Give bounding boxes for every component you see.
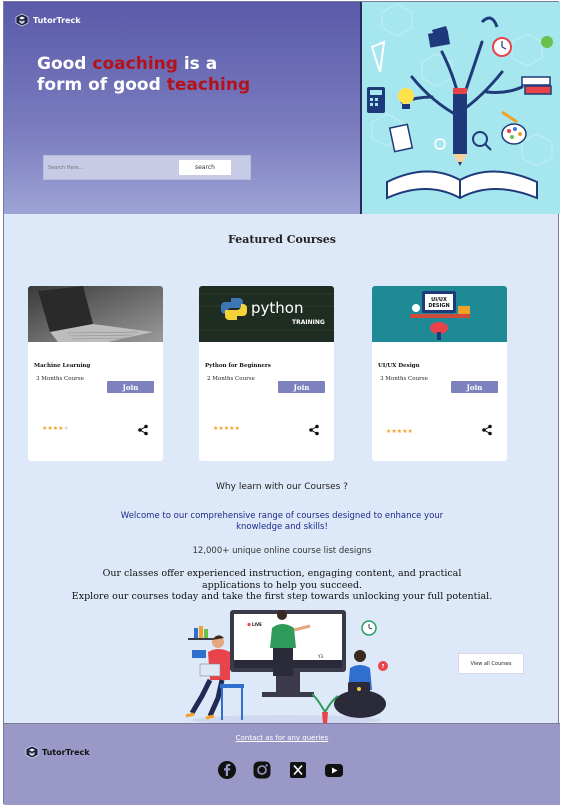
headline-text: is a <box>177 54 218 74</box>
rating-stars: ★★★★★ <box>42 425 69 432</box>
star-icon: ★★★★ <box>42 425 64 432</box>
headline-text: Good <box>37 54 93 74</box>
course-duration: 3 Months Course <box>36 376 84 382</box>
body-line: Explore our courses today and take the f… <box>71 591 493 602</box>
brand-name: TutorTreck <box>33 15 81 25</box>
live-tag: LIVE <box>252 622 262 627</box>
headline-highlight: coaching <box>92 54 178 74</box>
headline-highlight: teaching <box>166 75 251 95</box>
search-input[interactable] <box>47 159 172 176</box>
course-title: UI/UX Design <box>378 363 420 369</box>
course-title: Python for Beginners <box>205 363 271 369</box>
youtube-icon[interactable] <box>324 760 344 780</box>
x-icon[interactable] <box>288 760 308 780</box>
brand-logo[interactable]: TutorTreck <box>15 13 81 27</box>
join-button[interactable]: Join <box>278 381 325 393</box>
python-training-image: python TRAINING <box>199 286 334 342</box>
python-image-text: python <box>251 299 303 317</box>
course-image-laptop <box>28 286 163 342</box>
body-line: applications to help you succeed. <box>201 579 363 591</box>
instagram-icon[interactable] <box>252 760 272 780</box>
why-learn-intro: Welcome to our comprehensive range of co… <box>120 511 444 532</box>
laptop-image <box>28 286 163 342</box>
rating-stars: ★★★★★ <box>386 428 413 435</box>
course-title: Machine Learning <box>34 363 91 369</box>
course-card-uiux[interactable]: UI/UX DESIGN UI/UX Design 3 Months Cours… <box>372 286 507 461</box>
join-button[interactable]: Join <box>107 381 154 393</box>
course-card-machine-learning[interactable]: Machine Learning 3 Months Course Join ★★… <box>28 286 163 461</box>
footer-brand-name: TutorTreck <box>42 747 90 757</box>
featured-courses-title: Featured Courses <box>228 233 336 246</box>
rating-stars: ★★★★★ <box>213 425 240 432</box>
logo-icon <box>15 13 29 27</box>
why-learn-body: Our classes offer experienced instructio… <box>44 568 520 603</box>
join-button[interactable]: Join <box>451 381 498 393</box>
why-learn-title: Why learn with our Courses ? <box>216 482 348 492</box>
footer-brand-logo[interactable]: TutorTreck <box>25 745 90 759</box>
star-icon: ★★★★★ <box>386 428 413 435</box>
svg-text:?: ? <box>382 664 385 670</box>
course-count-stat: 12,000+ unique online course list design… <box>192 546 372 556</box>
share-icon[interactable] <box>137 424 149 436</box>
uiux-design-image: UI/UX DESIGN <box>372 286 507 342</box>
hero-illustration <box>360 2 560 214</box>
course-card-python[interactable]: python TRAINING Python for Beginners 2 M… <box>199 286 334 461</box>
course-duration: 2 Months Course <box>207 376 255 382</box>
screen-counter: Y3 <box>317 654 323 659</box>
course-image-uiux: UI/UX DESIGN <box>372 286 507 342</box>
body-line: Our classes offer experienced instructio… <box>102 568 462 579</box>
search-button[interactable]: search <box>179 160 231 175</box>
star-empty-icon: ★ <box>63 425 69 432</box>
online-learning-illustration: LIVE Y3 ? <box>185 610 388 725</box>
logo-icon <box>25 745 39 759</box>
footer: TutorTreck Contact as for any queries <box>4 723 560 805</box>
page: TutorTreck Good coaching is a form of go… <box>3 1 560 805</box>
hero-banner: TutorTreck Good coaching is a form of go… <box>4 2 360 214</box>
star-icon: ★★★★★ <box>213 425 240 432</box>
hero-section: TutorTreck Good coaching is a form of go… <box>4 2 560 214</box>
share-icon[interactable] <box>481 424 493 436</box>
course-image-python: python TRAINING <box>199 286 334 342</box>
headline-text: form of good <box>37 75 167 95</box>
hero-headline: Good coaching is a form of good teaching <box>37 54 250 96</box>
training-image-text: TRAINING <box>292 319 325 326</box>
view-all-courses-button[interactable]: View all Courses <box>458 653 524 674</box>
knowledge-tree-illustration <box>367 3 553 200</box>
share-icon[interactable] <box>308 424 320 436</box>
design-image-text: DESIGN <box>428 303 449 309</box>
contact-link[interactable]: Contact as for any queries <box>4 734 560 742</box>
search-bar: search <box>43 155 251 180</box>
course-duration: 3 Months Course <box>380 376 428 382</box>
facebook-icon[interactable] <box>217 760 237 780</box>
